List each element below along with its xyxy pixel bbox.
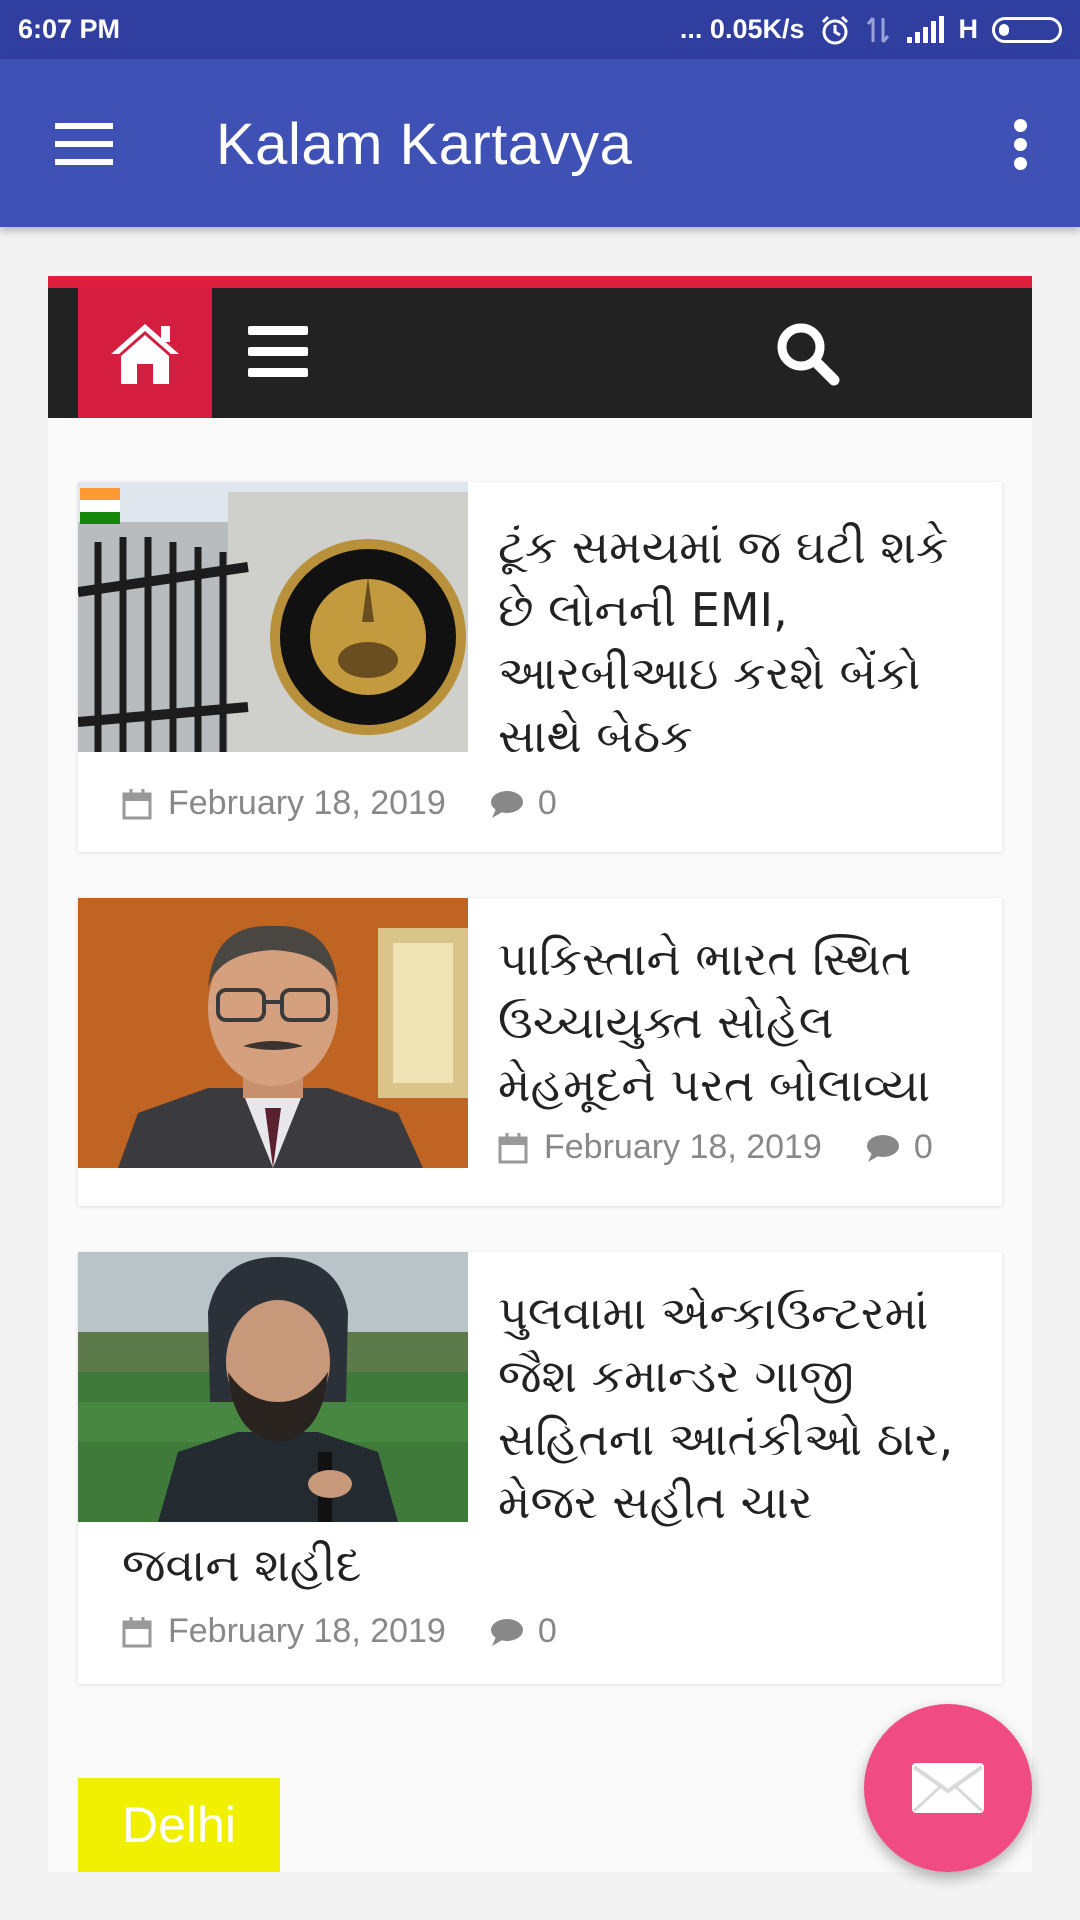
article-card[interactable]: પાકિસ્તાને ભારત સ્થિત ઉચ્ચાયુક્ત સોહેલ મ… — [78, 898, 1002, 1206]
article-card[interactable]: પુલવામા એન્કાઉન્ટરમાં જૈશ કમાન્ડર ગાજી સ… — [78, 1252, 1002, 1684]
article-meta: February 18, 2019 0 — [122, 784, 557, 823]
battery-icon — [992, 16, 1062, 43]
overflow-menu-button[interactable] — [1014, 119, 1028, 170]
search-icon[interactable] — [772, 318, 842, 388]
article-date: February 18, 2019 — [168, 1612, 446, 1650]
article-thumbnail[interactable] — [78, 898, 468, 1168]
calendar-icon — [498, 1132, 528, 1163]
network-type: H — [958, 14, 979, 44]
app-bar: Kalam Kartavya — [0, 59, 1080, 227]
comment-count[interactable]: 0 — [914, 1128, 933, 1167]
article-headline[interactable]: પાકિસ્તાને ભારત સ્થિત ઉચ્ચાયુક્ત સોહેલ મ… — [498, 928, 978, 1117]
article-headline[interactable]: ટૂંક સમયમાં જ ઘટી શકે છે લોનની EMI, આરબી… — [498, 516, 978, 768]
web-content: ટૂંક સમયમાં જ ઘટી શકે છે લોનની EMI, આરબી… — [48, 276, 1032, 1872]
site-nav-bar — [48, 288, 1032, 418]
comment-count[interactable]: 0 — [538, 784, 557, 823]
home-icon — [111, 324, 179, 384]
contact-fab[interactable] — [864, 1704, 1032, 1872]
data-transfer-icon — [866, 16, 889, 43]
status-icons: ... 0.05K/s H — [680, 14, 1062, 46]
home-button[interactable] — [78, 288, 212, 418]
article-card[interactable]: ટૂંક સમયમાં જ ઘટી શકે છે લોનની EMI, આરબી… — [78, 482, 1002, 852]
status-bar: 6:07 PM ... 0.05K/s H — [0, 0, 1080, 59]
signal-icon — [906, 15, 944, 43]
alarm-icon — [821, 15, 848, 44]
network-speed: ... 0.05K/s — [679, 14, 805, 44]
article-date: February 18, 2019 — [544, 1128, 822, 1166]
comment-icon — [490, 790, 523, 818]
status-time: 6:07 PM — [18, 14, 121, 44]
article-headline[interactable]: પુલવામા એન્કાઉન્ટરમાં જૈશ કમાન્ડર ગાજી સ… — [498, 1282, 978, 1534]
article-date: February 18, 2019 — [168, 784, 446, 822]
nav-top-border — [48, 276, 1032, 288]
calendar-icon — [122, 1616, 152, 1647]
article-headline-continuation[interactable]: જવાન શહીદ — [122, 1534, 962, 1597]
article-meta: February 18, 2019 0 — [498, 1128, 933, 1167]
category-badge-delhi[interactable]: Delhi — [78, 1778, 280, 1872]
comment-count[interactable]: 0 — [538, 1612, 557, 1651]
comment-icon — [866, 1134, 899, 1162]
article-thumbnail[interactable] — [78, 482, 468, 752]
calendar-icon — [122, 788, 152, 819]
comment-icon — [490, 1618, 523, 1646]
site-menu-button[interactable] — [248, 326, 308, 378]
app-title: Kalam Kartavya — [216, 112, 633, 177]
article-meta: February 18, 2019 0 — [122, 1612, 557, 1651]
nav-drawer-button[interactable] — [55, 123, 113, 165]
article-thumbnail[interactable] — [78, 1252, 468, 1522]
envelope-icon — [912, 1763, 984, 1813]
